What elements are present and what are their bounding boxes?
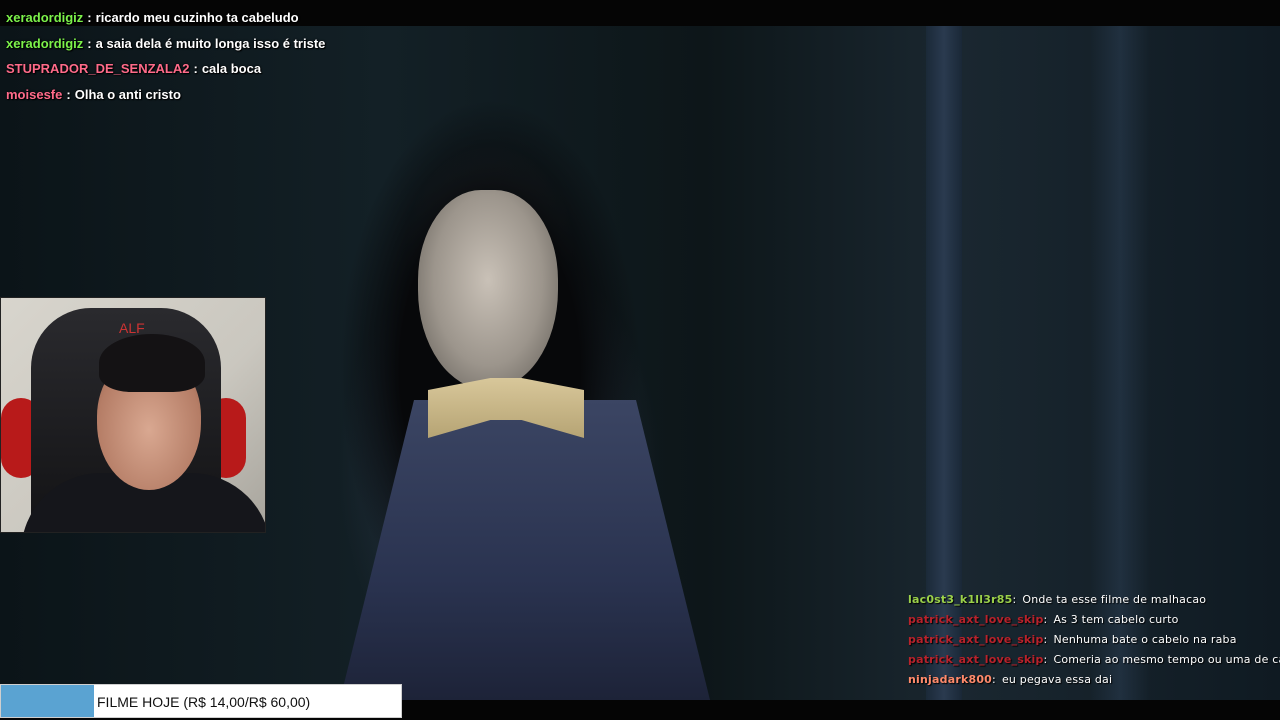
chat-text: As 3 tem cabelo curto xyxy=(1053,613,1179,626)
chat-separator: : xyxy=(992,673,996,686)
chat-username: patrick_axt_love_skip xyxy=(908,653,1044,666)
chair-logo: ALF xyxy=(119,320,145,336)
chat-message: patrick_axt_love_skip: As 3 tem cabelo cu… xyxy=(908,613,1280,633)
chat-text: Nenhuma bate o cabelo na raba xyxy=(1053,633,1237,646)
chat-separator: : xyxy=(1043,653,1048,666)
chat-text: Onde ta esse filme de malhacao xyxy=(1022,593,1207,606)
chat-username: STUPRADOR_DE_SENZALA2 xyxy=(6,61,190,76)
chat-separator: : xyxy=(193,61,198,76)
figure-face xyxy=(418,190,558,390)
chat-text: Olha o anti cristo xyxy=(74,86,181,102)
chat-separator: : xyxy=(1043,613,1048,626)
chat-username: moisesfe xyxy=(6,86,63,102)
chat-message: xeradordigiz: ricardo meu cuzinho ta cabe… xyxy=(6,10,325,36)
chat-message: ninjadark800: eu pegava essa dai xyxy=(908,673,1280,693)
donation-goal-bar: FILME HOJE (R$ 14,00/R$ 60,00) xyxy=(0,684,402,718)
streamer-hair xyxy=(99,334,205,392)
chat-text: Comeria ao mesmo tempo ou uma de cada xyxy=(1053,653,1280,666)
chat-username: lac0st3_k1ll3r85 xyxy=(908,593,1013,606)
chat-username: patrick_axt_love_skip xyxy=(908,633,1044,646)
chat-username: xeradordigiz xyxy=(6,10,84,25)
chat-text: a saia dela é muito longa isso é triste xyxy=(95,35,326,51)
chat-separator: : xyxy=(1012,593,1017,606)
chat-separator: : xyxy=(87,35,92,51)
chat-username: patrick_axt_love_skip xyxy=(908,613,1044,626)
chat-message: patrick_axt_love_skip: Nenhuma bate o cab… xyxy=(908,633,1280,653)
chat-text: eu pegava essa dai xyxy=(1001,673,1113,686)
goal-progress-fill xyxy=(1,685,95,717)
chat-separator: : xyxy=(87,10,92,25)
chat-username: xeradordigiz xyxy=(6,35,84,51)
chat-message: xeradordigiz: a saia dela é muito longa i… xyxy=(6,36,325,62)
chat-message: STUPRADOR_DE_SENZALA2: cala boca xyxy=(6,61,325,87)
chat-message: moisesfe: Olha o anti cristo xyxy=(6,87,325,113)
chat-message: patrick_axt_love_skip: Comeria ao mesmo t… xyxy=(908,653,1280,673)
chat-text: ricardo meu cuzinho ta cabeludo xyxy=(95,10,299,25)
chat-overlay-top: xeradordigiz: ricardo meu cuzinho ta cabe… xyxy=(6,10,325,112)
goal-label: FILME HOJE (R$ 14,00/R$ 60,00) xyxy=(97,694,311,710)
chat-separator: : xyxy=(66,86,71,102)
chat-username: ninjadark800 xyxy=(908,673,993,686)
chat-overlay-bottom: lac0st3_k1ll3r85: Onde ta esse filme de m… xyxy=(908,593,1280,693)
chat-text: cala boca xyxy=(201,61,262,76)
webcam-overlay: ALF xyxy=(0,297,266,533)
chat-separator: : xyxy=(1043,633,1048,646)
chat-message: lac0st3_k1ll3r85: Onde ta esse filme de m… xyxy=(908,593,1280,613)
